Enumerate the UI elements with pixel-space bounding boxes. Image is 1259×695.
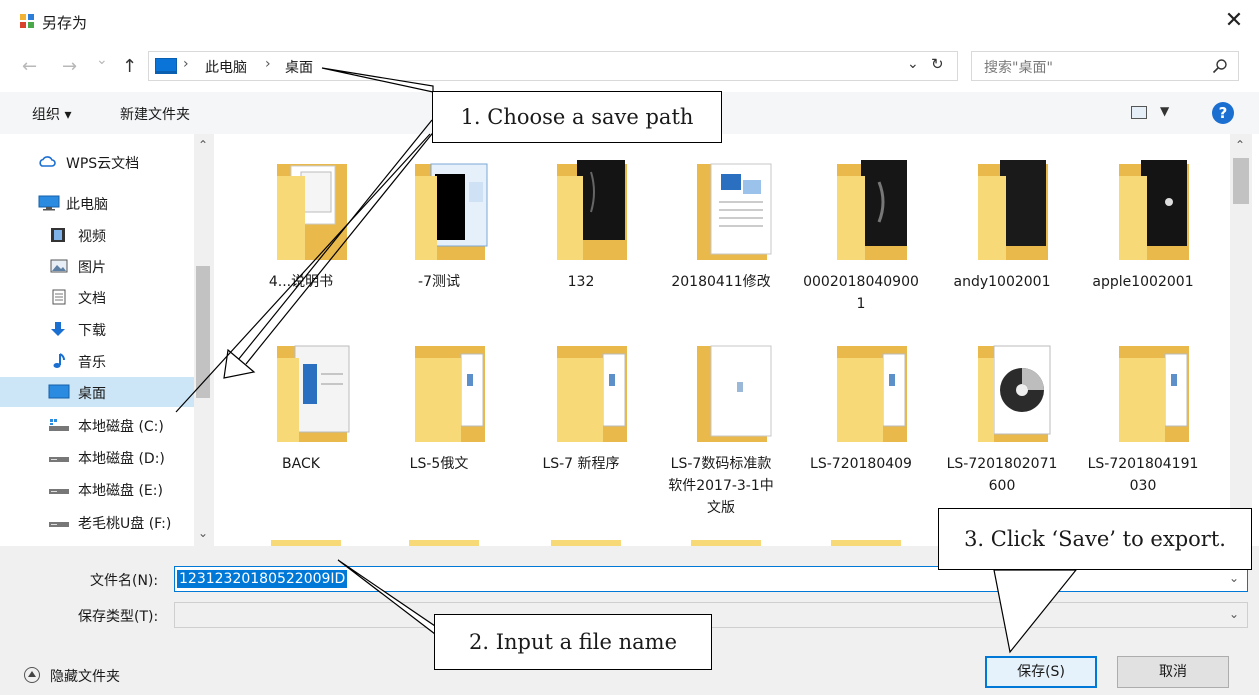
callout-choose-path: 1. Choose a save path: [432, 91, 722, 143]
callout-click-save: 3. Click ‘Save’ to export.: [938, 508, 1252, 570]
callout-1-arrow: [175, 119, 441, 413]
callout-input-filename: 2. Input a file name: [434, 614, 712, 670]
callout-1-pointer: [321, 67, 434, 93]
callout-3-pointer: [993, 569, 1078, 654]
callout-2-pointer: [337, 559, 436, 636]
